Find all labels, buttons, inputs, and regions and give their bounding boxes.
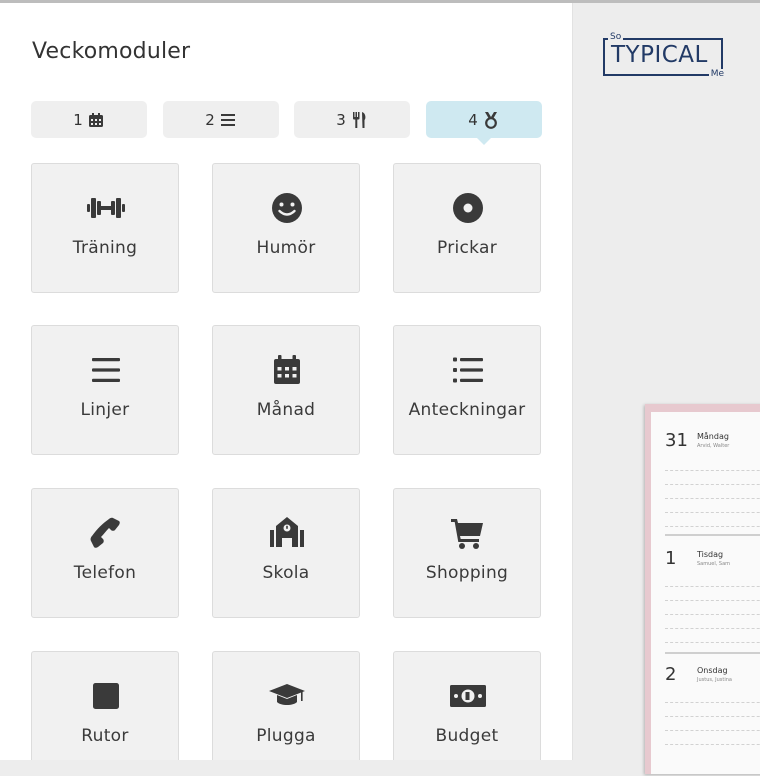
module-manad[interactable]: Månad <box>212 325 360 455</box>
tab-number: 2 <box>205 110 215 129</box>
smiley-icon <box>267 188 307 228</box>
day-namedays: Arvid, Walter <box>697 443 730 449</box>
day-rule <box>665 642 760 643</box>
tab-1[interactable]: 1 <box>31 101 147 138</box>
tab-number: 3 <box>336 110 346 129</box>
panel-title: Veckomoduler <box>32 39 191 64</box>
planner-day: 1 Tisdag Samuel, Sam <box>651 548 760 660</box>
module-label: Träning <box>72 238 138 258</box>
calendar-icon <box>267 350 307 390</box>
planner-preview: 31 Måndag Arvid, Walter 1 Tisdag Samuel,… <box>645 404 760 774</box>
dot-circle-icon <box>448 188 488 228</box>
day-number: 1 <box>665 548 677 569</box>
day-separator <box>665 534 760 536</box>
day-name: Måndag <box>697 432 729 441</box>
module-telefon[interactable]: Telefon <box>31 488 179 618</box>
tab-number: 1 <box>73 110 83 129</box>
day-number: 2 <box>665 664 677 685</box>
list-icon <box>448 350 488 390</box>
planner-page: 31 Måndag Arvid, Walter 1 Tisdag Samuel,… <box>651 412 760 774</box>
module-tabs: 1 2 3 4 <box>31 101 542 145</box>
square-icon <box>86 676 126 716</box>
module-label: Shopping <box>425 563 509 583</box>
day-namedays: Justus, Justina <box>697 677 732 683</box>
module-prickar[interactable]: Prickar <box>393 163 541 293</box>
money-icon <box>448 676 488 716</box>
day-separator <box>665 652 760 654</box>
cart-icon <box>448 513 488 553</box>
day-name: Onsdag <box>697 666 728 675</box>
module-plugga[interactable]: Plugga <box>212 651 360 760</box>
module-skola[interactable]: Skola <box>212 488 360 618</box>
day-rule <box>665 730 760 731</box>
day-rule <box>665 498 760 499</box>
module-grid: Träning Humör Prickar Linjer Månad Antec… <box>31 163 542 760</box>
module-label: Budget <box>435 726 499 746</box>
module-label: Månad <box>256 400 316 420</box>
lines-icon <box>86 350 126 390</box>
module-humor[interactable]: Humör <box>212 163 360 293</box>
module-traning[interactable]: Träning <box>31 163 179 293</box>
day-rule <box>665 600 760 601</box>
module-label: Humör <box>256 238 316 258</box>
day-rule <box>665 586 760 587</box>
logo-bottom-text: Me <box>708 69 726 80</box>
day-rule <box>665 470 760 471</box>
week-modules-panel: Veckomoduler 1 2 3 4 Träning Humör Prick… <box>0 3 573 760</box>
brand-logo: So TYPICAL Me <box>603 32 729 80</box>
module-label: Anteckningar <box>408 400 526 420</box>
module-shopping[interactable]: Shopping <box>393 488 541 618</box>
planner-day: 2 Onsdag Justus, Justina <box>651 664 760 776</box>
day-number: 31 <box>665 430 688 451</box>
planner-day: 31 Måndag Arvid, Walter <box>651 430 760 542</box>
module-linjer[interactable]: Linjer <box>31 325 179 455</box>
module-rutor[interactable]: Rutor <box>31 651 179 760</box>
day-name: Tisdag <box>697 550 724 559</box>
day-rule <box>665 744 760 745</box>
day-rule <box>665 702 760 703</box>
module-label: Prickar <box>436 238 498 258</box>
day-namedays: Samuel, Sam <box>697 561 731 567</box>
day-rule <box>665 614 760 615</box>
calendar-icon <box>87 111 105 129</box>
module-label: Linjer <box>80 400 130 420</box>
module-label: Telefon <box>73 563 137 583</box>
tab-number: 4 <box>468 110 478 129</box>
day-rule <box>665 628 760 629</box>
medal-icon <box>482 111 500 129</box>
phone-icon <box>86 513 126 553</box>
module-label: Rutor <box>81 726 129 746</box>
tab-3[interactable]: 3 <box>294 101 410 138</box>
module-label: Skola <box>262 563 310 583</box>
module-anteckningar[interactable]: Anteckningar <box>393 325 541 455</box>
graduation-cap-icon <box>267 676 307 716</box>
logo-main-text: TYPICAL <box>611 42 708 68</box>
tab-2[interactable]: 2 <box>163 101 279 138</box>
lines-icon <box>219 111 237 129</box>
day-rule <box>665 716 760 717</box>
module-label: Plugga <box>256 726 316 746</box>
day-rule <box>665 484 760 485</box>
day-rule <box>665 526 760 527</box>
module-budget[interactable]: Budget <box>393 651 541 760</box>
dumbbell-icon <box>86 188 126 228</box>
school-icon <box>267 513 307 553</box>
fork-knife-icon <box>350 111 368 129</box>
tab-4[interactable]: 4 <box>426 101 542 145</box>
day-rule <box>665 512 760 513</box>
